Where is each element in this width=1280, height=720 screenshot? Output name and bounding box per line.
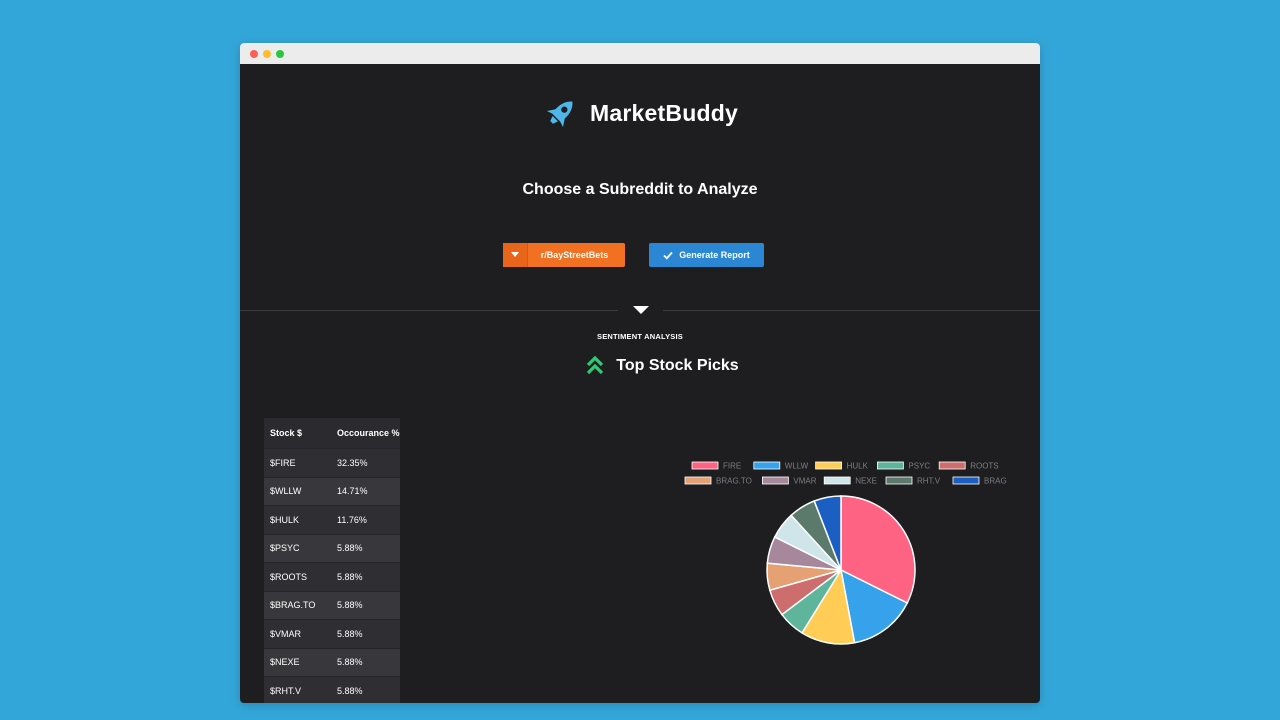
pie-chart: FIRE WLLW HULK PSYC ROOTS BRAG.TO VMAR NEXE RHT.… [684,461,1007,645]
legend-label[interactable]: ROOTS [970,462,998,471]
legend-label[interactable]: PSYC [908,462,930,471]
stock-cell: $PSYC [270,543,300,554]
legend-label[interactable]: NEXE [855,477,877,486]
section-title-text: Top Stock Picks [616,357,739,374]
legend-swatch-wllw[interactable] [753,461,781,470]
app-content: MarketBuddy Choose a Subreddit to Analyz… [240,64,1040,703]
app-logo: MarketBuddy [240,94,1040,138]
subreddit-dropdown-label: r/BayStreetBets [540,250,609,260]
stock-cell: $VMAR [270,628,302,639]
table-row: $PSYC 5.88% [264,534,400,563]
stock-table: Stock $ Occourance % $FIRE 32.35% $WLLW 14… [264,418,400,703]
browser-window: MarketBuddy Choose a Subreddit to Analyz… [240,43,1040,703]
table-row: $BRAG.TO 5.88% [264,591,400,620]
table-row: $NEXE 5.88% [264,648,400,677]
legend-label[interactable]: HULK [847,462,869,471]
stock-cell: $NEXE [270,657,300,668]
table-row: $WLLW 14.71% [264,477,400,506]
maximize-window-dot[interactable] [276,50,284,58]
stock-cell: $RHT.V [270,685,302,696]
percent-cell: 14.71% [337,486,368,497]
page-subtitle: Choose a Subreddit to Analyze [522,181,758,198]
table-row: $VMAR 5.88% [264,620,400,649]
checkmark-icon [663,251,673,260]
triangle-down-icon [632,305,649,314]
legend-swatch-rht-v[interactable] [885,476,913,485]
legend-swatch-brag[interactable] [952,476,980,485]
app-name: MarketBuddy [590,99,738,126]
stock-cell: $BRAG.TO [270,600,316,611]
legend-swatch-fire[interactable] [691,461,719,470]
legend-label[interactable]: FIRE [723,462,741,471]
caret-down-icon [503,243,528,267]
legend-swatch-vmar[interactable] [762,476,789,485]
percent-cell: 5.88% [337,600,363,611]
stock-cell: $HULK [270,514,300,525]
stock-cell: $WLLW [270,486,302,497]
legend-swatch-roots[interactable] [938,461,966,470]
scroll-down-indicator[interactable] [618,301,663,319]
column-header-occurance: Occourance % [337,428,400,438]
table-row: $ROOTS 5.88% [264,563,400,592]
column-header-stock: Stock $ [270,428,303,438]
percent-cell: 11.76% [337,514,367,525]
stock-cell: $FIRE [270,457,296,468]
legend-swatch-hulk[interactable] [815,461,843,470]
table-row: $HULK 11.76% [264,506,400,535]
legend-swatch-nexe[interactable] [823,476,851,485]
section-title: Top Stock Picks [240,356,1040,386]
percent-cell: 32.35% [337,457,368,468]
table-header-row: Stock $ Occourance % [264,418,400,449]
percent-cell: 5.88% [337,685,363,696]
percent-cell: 5.88% [337,628,363,639]
percent-cell: 5.88% [337,571,363,582]
table-row: $RHT.V 5.88% [264,677,400,703]
close-window-dot[interactable] [250,50,258,58]
window-titlebar [240,43,1040,64]
generate-report-button[interactable]: Generate Report [649,243,764,267]
legend-swatch-brag-to[interactable] [684,476,712,485]
rocket-icon [546,101,573,128]
percent-cell: 5.88% [337,543,363,554]
legend-label[interactable]: BRAG.TO [716,477,752,486]
stock-cell: $ROOTS [270,571,308,582]
legend-label[interactable]: WLLW [785,462,809,471]
legend-label[interactable]: BRAG [984,477,1007,486]
legend-label[interactable]: RHT.V [917,477,941,486]
table-row: $FIRE 32.35% [264,449,400,478]
legend-label[interactable]: VMAR [793,477,816,486]
double-chevron-up-icon [587,356,604,375]
legend-swatch-psyc[interactable] [876,461,904,470]
generate-report-label: Generate Report [679,250,750,260]
minimize-window-dot[interactable] [263,50,271,58]
percent-cell: 5.88% [337,657,363,668]
subreddit-dropdown[interactable]: r/BayStreetBets [503,243,625,267]
section-label: SENTIMENT ANALYSIS [597,332,683,341]
